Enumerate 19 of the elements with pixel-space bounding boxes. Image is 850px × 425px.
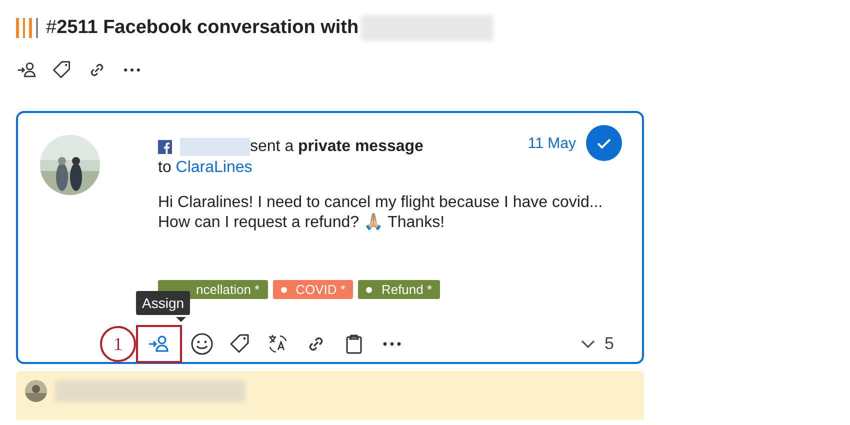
topic-tag[interactable]: Refund * [358,280,440,299]
tooltip: Assign [136,291,190,315]
to-label: to [158,159,172,176]
tag-icon[interactable] [51,59,73,81]
conversation-title: #2511 Facebook conversation with [46,17,359,39]
facebook-icon [158,140,172,154]
message-text: How can I request a refund? 🙏🏼 Thanks! [158,213,446,233]
reply-count: 5 [604,334,614,354]
recipient-link[interactable]: ClaraLines [176,159,252,176]
tooltip-arrow [176,317,186,322]
step-marker: 1 [100,326,136,362]
redacted-name [180,138,250,156]
resolved-check-icon[interactable] [586,125,622,161]
smiley-icon[interactable] [190,332,214,356]
message-text: Hi Claralines! I need to cancel my flight because I have covid... [158,193,604,213]
chevron-down-icon[interactable] [580,340,595,348]
message-date: 11 May [528,134,576,152]
topic-tag[interactable]: COVID * [272,280,354,299]
message-header-text: sent a private message [250,138,424,156]
